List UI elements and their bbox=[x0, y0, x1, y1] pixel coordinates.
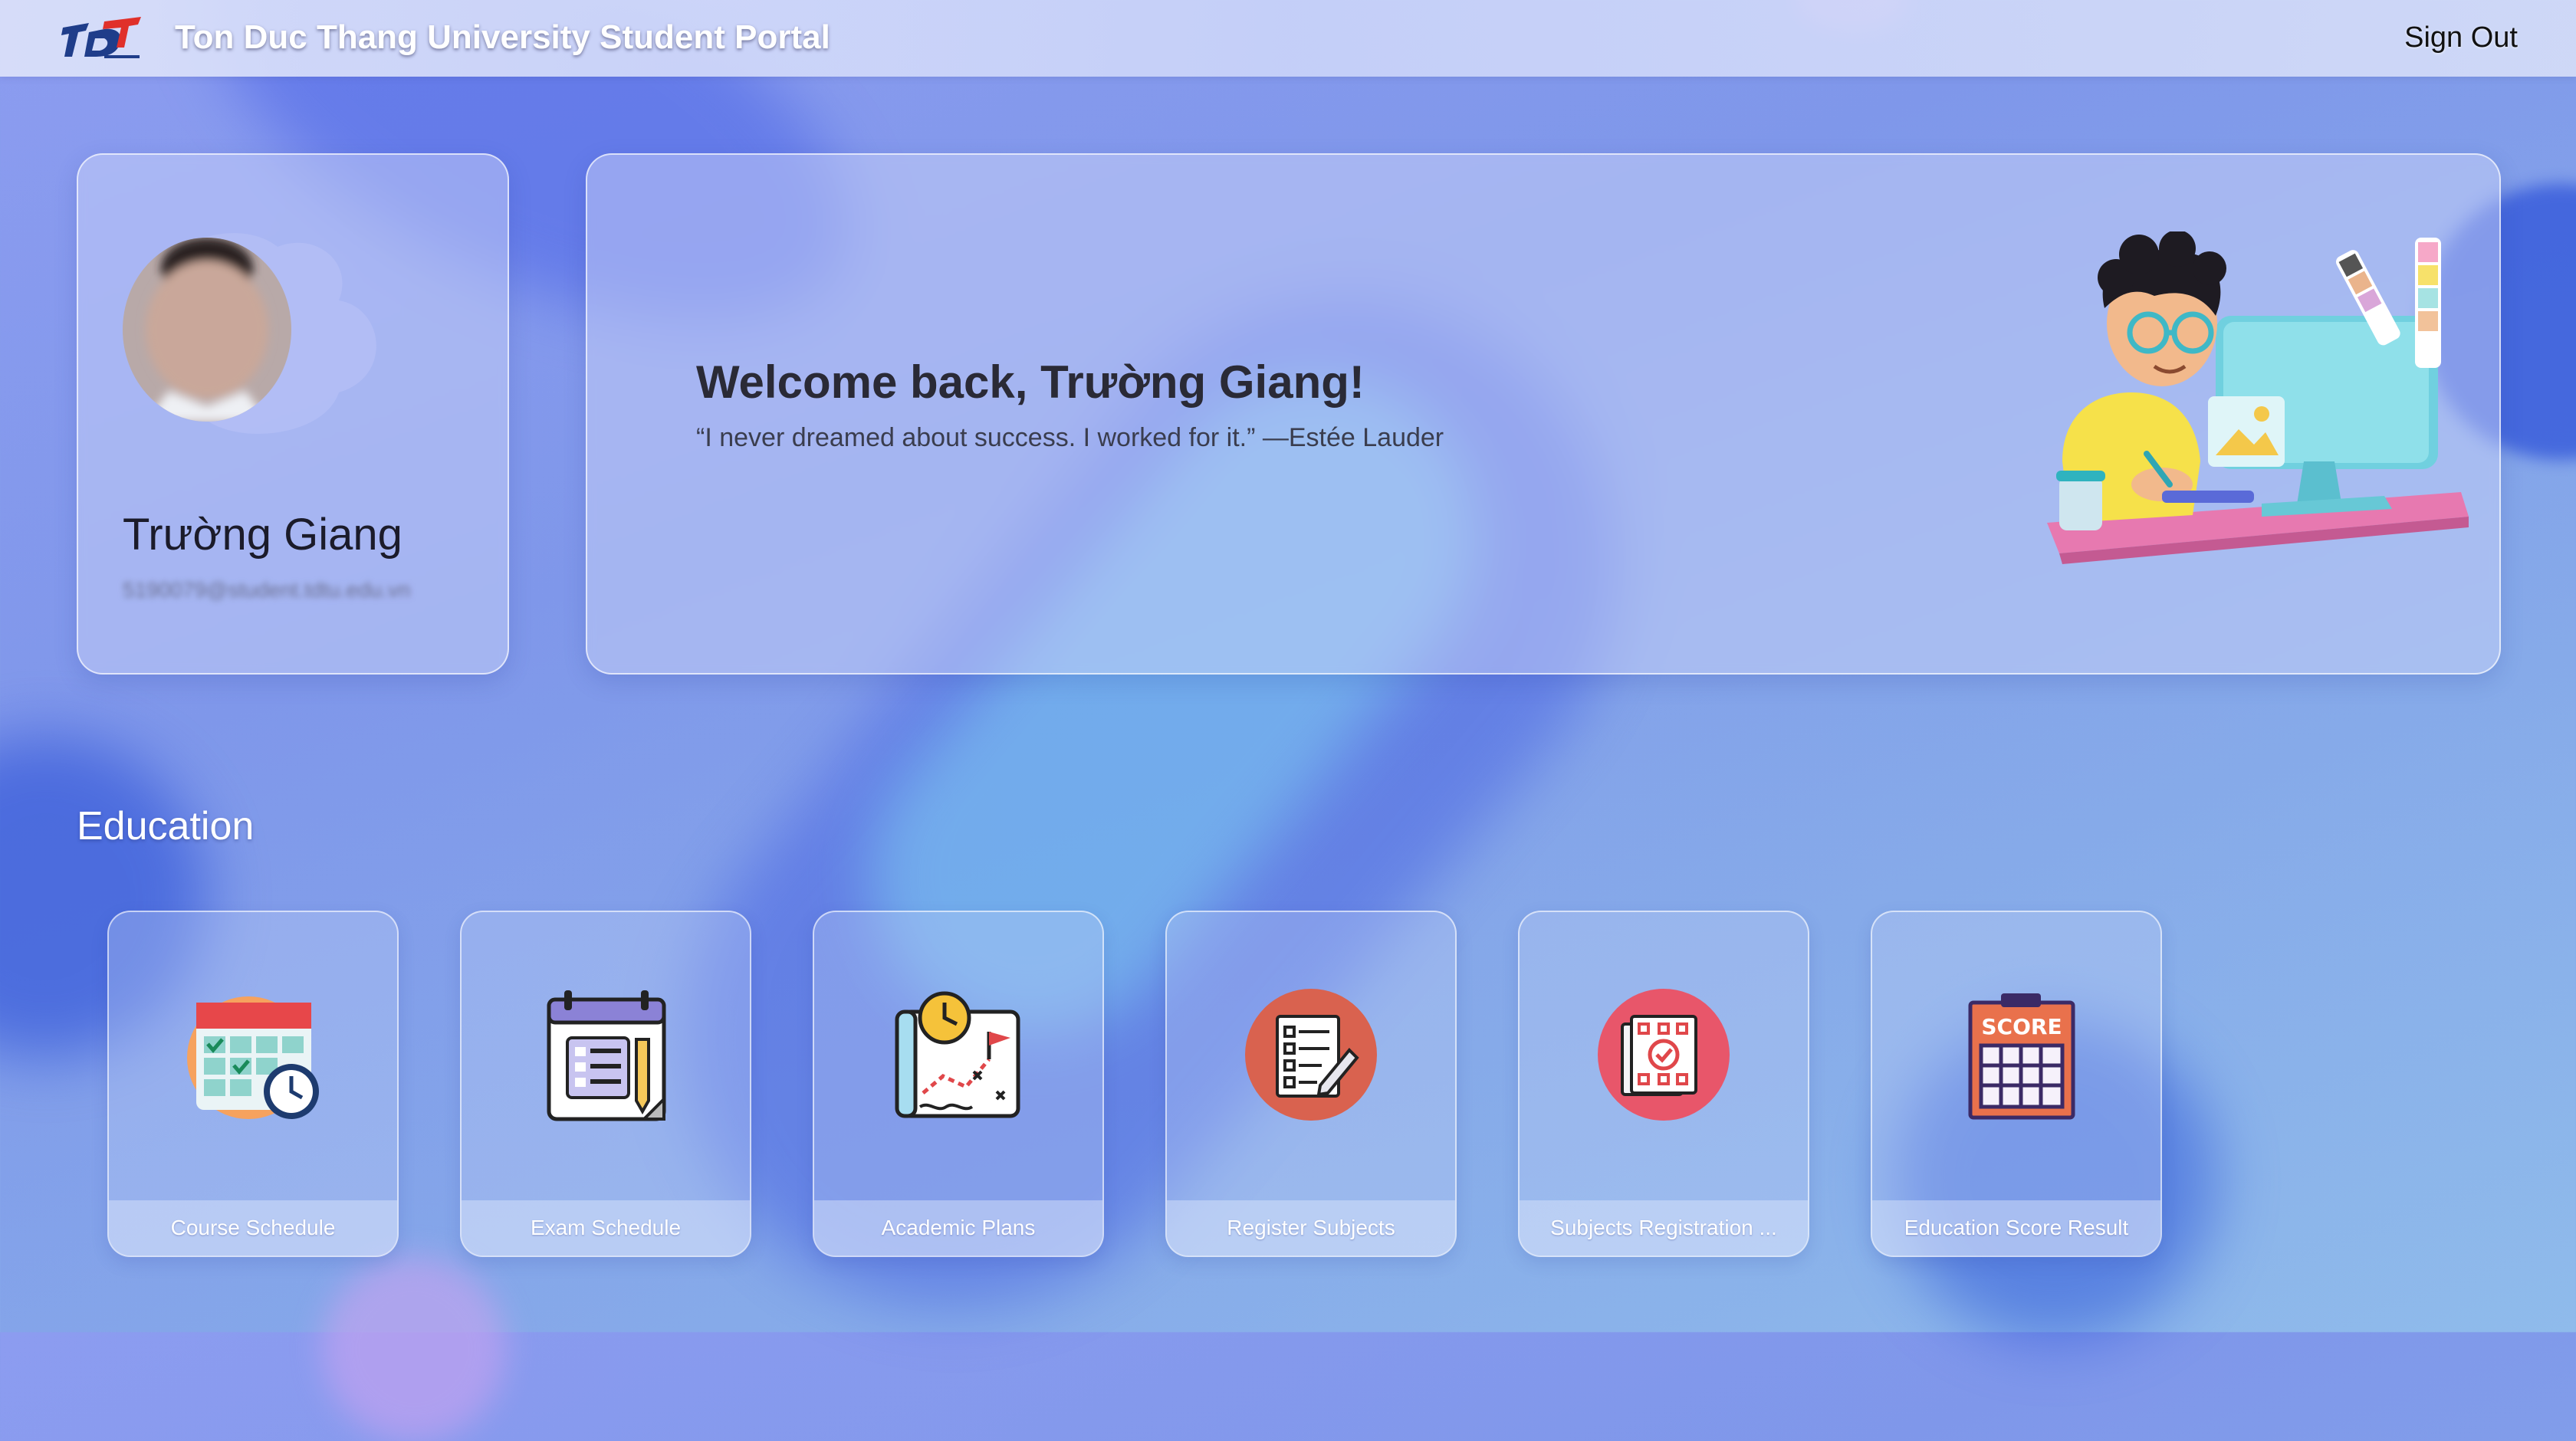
registration-result-icon bbox=[1598, 989, 1730, 1121]
tile-label: Register Subjects bbox=[1167, 1200, 1455, 1256]
tile-subjects-registration[interactable]: Subjects Registration ... bbox=[1518, 911, 1809, 1257]
tile-academic-plans[interactable]: Academic Plans bbox=[813, 911, 1104, 1257]
avatar[interactable] bbox=[123, 238, 291, 422]
section-title-education: Education bbox=[77, 804, 255, 849]
tile-exam-schedule[interactable]: Exam Schedule bbox=[460, 911, 751, 1257]
score-board-icon: SCORE bbox=[1968, 993, 2075, 1120]
tile-label: Academic Plans bbox=[814, 1200, 1102, 1256]
welcome-quote: “I never dreamed about success. I worked… bbox=[696, 423, 1444, 452]
tile-register-subjects[interactable]: Register Subjects bbox=[1165, 911, 1457, 1257]
avatar-photo bbox=[123, 238, 291, 422]
tile-label: Subjects Registration ... bbox=[1520, 1200, 1808, 1256]
calendar-clock-icon bbox=[187, 996, 319, 1119]
top-bar: Ton Duc Thang University Student Portal … bbox=[0, 0, 2576, 77]
welcome-card: Welcome back, Trường Giang! “I never dre… bbox=[586, 153, 2501, 675]
app-title: Ton Duc Thang University Student Portal bbox=[175, 18, 830, 56]
exam-calendar-icon bbox=[547, 990, 666, 1121]
profile-card: Trường Giang 5190079@student.tdtu.edu.vn bbox=[77, 153, 509, 675]
designer-illustration-icon bbox=[2047, 231, 2469, 564]
svg-text:SCORE: SCORE bbox=[1981, 1014, 2062, 1039]
tile-education-score-result[interactable]: SCORE Education Score Result bbox=[1871, 911, 2162, 1257]
profile-name: Trường Giang bbox=[123, 510, 402, 560]
tile-label: Course Schedule bbox=[109, 1200, 397, 1256]
register-checklist-icon bbox=[1245, 989, 1377, 1121]
sign-out-button[interactable]: Sign Out bbox=[2404, 21, 2518, 54]
plan-map-icon bbox=[895, 991, 1020, 1118]
tdt-logo-icon[interactable] bbox=[58, 14, 144, 63]
tile-course-schedule[interactable]: Course Schedule bbox=[107, 911, 399, 1257]
tile-label: Education Score Result bbox=[1872, 1200, 2160, 1256]
profile-email: 5190079@student.tdtu.edu.vn bbox=[123, 578, 411, 602]
welcome-title: Welcome back, Trường Giang! bbox=[696, 356, 1365, 408]
tile-label: Exam Schedule bbox=[462, 1200, 750, 1256]
